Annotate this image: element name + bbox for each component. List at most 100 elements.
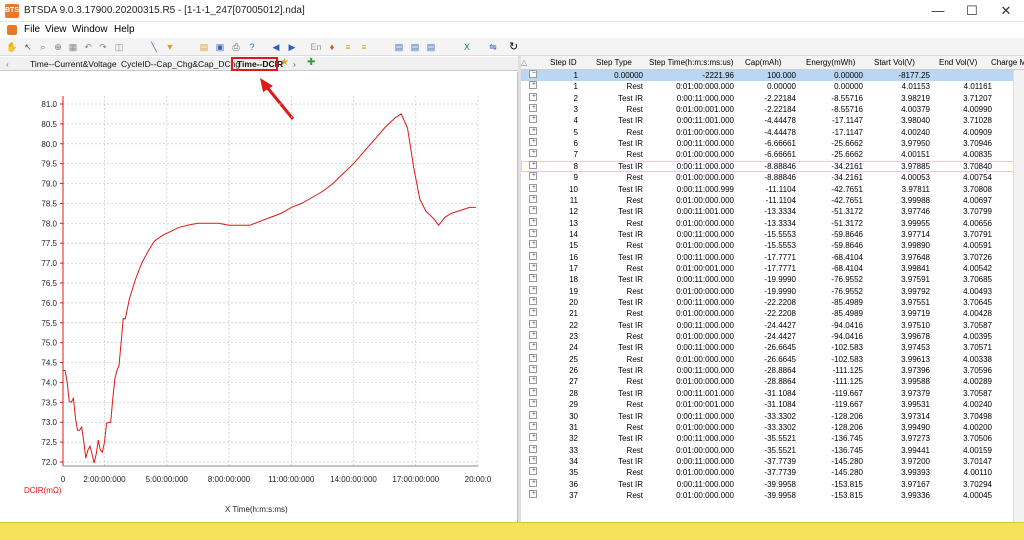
- table-row[interactable]: +31 Rest 0:01:00:000.000 -33.3302 -128.206 3.…: [521, 421, 1024, 433]
- table-row[interactable]: +18 Test IR 0:00:11:000.000 -19.9990 -76.955…: [521, 274, 1024, 285]
- expand-row-icon[interactable]: +: [529, 149, 537, 158]
- zoom-box-icon[interactable]: ⌕: [37, 41, 49, 53]
- fit-icon[interactable]: ◫: [113, 41, 125, 53]
- list-check-icon[interactable]: ≡: [358, 41, 370, 53]
- table-row[interactable]: +28 Test IR 0:00:11:001.000 -31.1084 -119.66…: [521, 387, 1024, 399]
- table-row[interactable]: +20 Test IR 0:00:11:000.000 -22.2208 -85.498…: [521, 297, 1024, 308]
- col-step-id[interactable]: Step ID: [550, 58, 577, 67]
- table-row[interactable]: +9 Rest 0:01:00:000.000 -8.88846 -34.2161 4.0…: [521, 172, 1024, 183]
- table-row[interactable]: +13 Rest 0:01:00:000.000 -13.3334 -51.3172 3.…: [521, 217, 1024, 229]
- expand-row-icon[interactable]: +: [529, 285, 537, 294]
- expand-row-icon[interactable]: +: [529, 353, 537, 362]
- expand-row-icon[interactable]: +: [529, 115, 537, 124]
- table-row[interactable]: +2 Test IR 0:00:11:000.000 -2.22184 -8.55716…: [521, 92, 1024, 104]
- table-row[interactable]: +7 Rest 0:01:00:000.000 -6.66661 -25.6662 4.0…: [521, 149, 1024, 160]
- table-row[interactable]: +14 Test IR 0:00:11:000.000 -15.5553 -59.864…: [521, 228, 1024, 240]
- expand-row-icon[interactable]: +: [529, 206, 537, 215]
- table-row[interactable]: +16 Test IR 0:00:11:000.000 -17.7771 -68.410…: [521, 251, 1024, 263]
- table-row[interactable]: +12 Test IR 0:00:11:001.000 -13.3334 -51.317…: [521, 206, 1024, 217]
- expand-row-icon[interactable]: +: [529, 478, 537, 487]
- table-row[interactable]: +34 Test IR 0:00:11:000.000 -37.7739 -145.28…: [521, 455, 1024, 467]
- menu-help[interactable]: Help: [114, 24, 135, 35]
- tab-time-current-voltage[interactable]: Time--Current&Voltage: [30, 59, 117, 71]
- table-row[interactable]: +15 Rest 0:01:00:000.000 -15.5553 -59.8646 3.…: [521, 240, 1024, 251]
- expand-row-icon[interactable]: +: [529, 376, 537, 385]
- minimize-button[interactable]: —: [921, 0, 955, 22]
- table-row[interactable]: +5 Rest 0:01:00:000.000 -4.44478 -17.1147 4.0…: [521, 126, 1024, 138]
- table-row[interactable]: +10 Test IR 0:00:11:000.999 -11.1104 -42.765…: [521, 183, 1024, 195]
- tree-toggle-icon[interactable]: △: [521, 58, 535, 67]
- back-icon[interactable]: ◀: [270, 41, 282, 53]
- line-tool-icon[interactable]: ╲: [148, 41, 160, 53]
- table-row[interactable]: +26 Test IR 0:00:11:000.000 -28.8864 -111.12…: [521, 365, 1024, 376]
- pan-icon[interactable]: ✋: [6, 41, 18, 53]
- expand-row-icon[interactable]: +: [529, 444, 537, 453]
- table-row[interactable]: +6 Test IR 0:00:11:000.000 -6.66661 -25.6662…: [521, 138, 1024, 149]
- expand-row-icon[interactable]: +: [529, 251, 537, 260]
- zoom-icon[interactable]: ⊕: [52, 41, 64, 53]
- table-row[interactable]: +11 Rest 0:01:00:000.000 -11.1104 -42.7651 3.…: [521, 194, 1024, 206]
- expand-row-icon[interactable]: +: [529, 489, 537, 498]
- table-row[interactable]: +25 Rest 0:01:00:000.000 -26.6645 -102.583 3.…: [521, 353, 1024, 365]
- menu-window[interactable]: Window: [72, 24, 108, 35]
- undo-icon[interactable]: ↶: [82, 41, 94, 53]
- maximize-button[interactable]: ☐: [955, 0, 989, 22]
- table-row[interactable]: +21 Rest 0:01:00:000.000 -22.2208 -85.4989 3.…: [521, 308, 1024, 319]
- expand-row-icon[interactable]: +: [529, 433, 537, 442]
- marker-icon[interactable]: ♦: [326, 41, 338, 53]
- tab-cycleid-cap[interactable]: CycleID--Cap_Chg&Cap_DChg: [121, 59, 240, 71]
- expand-row-icon[interactable]: +: [529, 331, 537, 340]
- expand-row-icon[interactable]: +: [529, 160, 537, 169]
- report-icon[interactable]: ⇋: [487, 41, 499, 53]
- expand-row-icon[interactable]: +: [529, 217, 537, 226]
- menu-file[interactable]: File: [24, 24, 40, 35]
- table-row[interactable]: − 1 0.00000 -2221.96 100.000 0.00000 -8177.25: [521, 70, 1024, 82]
- expand-row-icon[interactable]: −: [529, 70, 537, 78]
- table-row[interactable]: +32 Test IR 0:00:11:000.000 -35.5521 -136.74…: [521, 433, 1024, 444]
- table-row[interactable]: +36 Test IR 0:00:11:000.000 -39.9958 -153.81…: [521, 478, 1024, 490]
- col-cap[interactable]: Cap(mAh): [745, 58, 781, 67]
- filter-icon[interactable]: ▼: [164, 41, 176, 53]
- forward-icon[interactable]: ▶: [286, 41, 298, 53]
- add-tab-icon[interactable]: ✚: [307, 57, 315, 69]
- refresh-icon[interactable]: ↻: [509, 40, 518, 53]
- table-row[interactable]: +8 Test IR 0:00:11:000.000 -8.88846 -34.2161…: [521, 160, 1024, 173]
- table-row[interactable]: +33 Rest 0:01:00:000.000 -35.5521 -136.745 3.…: [521, 444, 1024, 456]
- expand-row-icon[interactable]: +: [529, 104, 537, 113]
- table-row[interactable]: +30 Test IR 0:00:11:000.000 -33.3302 -128.20…: [521, 410, 1024, 422]
- expand-row-icon[interactable]: +: [529, 81, 537, 90]
- expand-row-icon[interactable]: +: [529, 308, 537, 317]
- vertical-scrollbar[interactable]: [1013, 70, 1024, 522]
- expand-row-icon[interactable]: +: [529, 126, 537, 135]
- table-row[interactable]: +24 Test IR 0:00:11:000.000 -26.6645 -102.58…: [521, 342, 1024, 353]
- dcir-chart[interactable]: 81.0 80.5 80.0 79.5 79.0 78.5 78.0 77.5 77.0 76.5…: [0, 72, 518, 522]
- expand-row-icon[interactable]: +: [529, 172, 537, 181]
- table-row[interactable]: +4 Test IR 0:00:11:001.000 -4.44478 -17.1147…: [521, 115, 1024, 126]
- expand-row-icon[interactable]: +: [529, 467, 537, 476]
- language-icon[interactable]: En: [310, 41, 322, 53]
- expand-row-icon[interactable]: +: [529, 297, 537, 305]
- col-charge[interactable]: Charge M: [991, 58, 1024, 67]
- print-icon[interactable]: ⎙: [230, 41, 242, 53]
- expand-row-icon[interactable]: +: [529, 365, 537, 374]
- help-icon[interactable]: ?: [246, 41, 258, 53]
- table-detail-icon[interactable]: ▤: [425, 41, 437, 53]
- table-row[interactable]: +37 Rest 0:01:00:000.000 -39.9958 -153.815 3.…: [521, 489, 1024, 501]
- excel-export-icon[interactable]: X: [461, 41, 473, 53]
- grid-icon[interactable]: ▦: [67, 41, 79, 53]
- table-row[interactable]: +35 Rest 0:01:00:000.000 -37.7739 -145.280 3.…: [521, 467, 1024, 478]
- redo-icon[interactable]: ↷: [97, 41, 109, 53]
- favorite-star-icon[interactable]: ★: [280, 57, 289, 69]
- expand-row-icon[interactable]: +: [529, 240, 537, 249]
- list-star-icon[interactable]: ≡: [342, 41, 354, 53]
- expand-row-icon[interactable]: +: [529, 262, 537, 271]
- table-row[interactable]: +17 Rest 0:01:00:001.000 -17.7771 -68.4104 3.…: [521, 262, 1024, 274]
- table-view-icon[interactable]: ▤: [393, 41, 405, 53]
- table-row[interactable]: +27 Rest 0:01:00:000.000 -28.8864 -111.125 3.…: [521, 376, 1024, 387]
- table-row[interactable]: +22 Test IR 0:00:11:000.000 -24.4427 -94.041…: [521, 319, 1024, 331]
- expand-row-icon[interactable]: +: [529, 342, 537, 351]
- expand-row-icon[interactable]: +: [529, 399, 537, 408]
- col-step-time[interactable]: Step Time(h:m:s:ms:us): [649, 58, 733, 67]
- table-row[interactable]: +19 Rest 0:01:00:000.000 -19.9990 -76.9552 3.…: [521, 285, 1024, 297]
- table-row[interactable]: +3 Rest 0:01:00:001.000 -2.22184 -8.55716 4.0…: [521, 104, 1024, 115]
